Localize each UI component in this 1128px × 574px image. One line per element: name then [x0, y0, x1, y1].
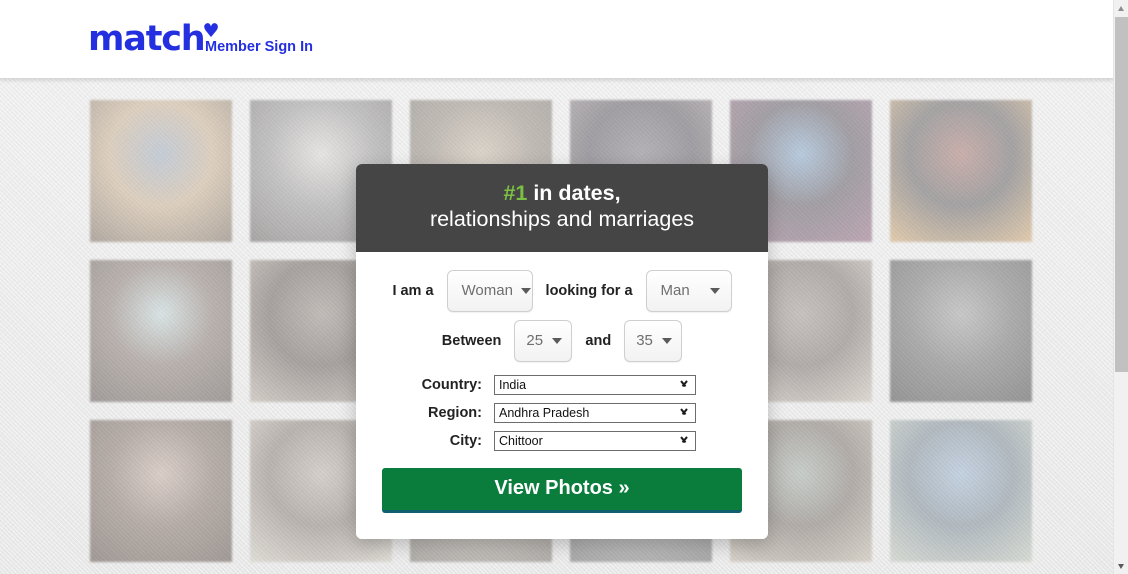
chevron-down-icon: [662, 337, 673, 344]
profile-photo-man-striped-shirt: [890, 420, 1032, 562]
label-looking-for-a: looking for a: [545, 282, 633, 299]
profile-photo-woman-bw: [890, 260, 1032, 402]
profile-photo-man-lamp: [890, 100, 1032, 242]
label-and: and: [585, 332, 612, 349]
region-value: Andhra Pradesh: [499, 405, 590, 420]
logo-wordmark: match: [88, 19, 206, 59]
view-photos-button[interactable]: View Photos »: [382, 467, 742, 513]
chevron-down-icon: [679, 437, 689, 447]
member-sign-in-link[interactable]: Member Sign In: [205, 39, 313, 55]
region-row: Region: Andhra Pradesh: [382, 402, 742, 423]
match-logo[interactable]: match♥: [88, 22, 220, 57]
promo-headline-line1-rest: in dates,: [527, 181, 621, 205]
gender-self-dropdown[interactable]: Woman: [446, 269, 533, 312]
browser-page: match♥ Member Sign In #1 in dates, relat…: [0, 0, 1128, 574]
gender-preference-row: I am a Woman looking for a Man: [382, 269, 742, 312]
page-viewport: match♥ Member Sign In #1 in dates, relat…: [0, 0, 1113, 574]
label-city: City:: [449, 432, 482, 449]
vertical-scrollbar[interactable]: [1113, 0, 1128, 574]
gender-seek-value: Man: [660, 282, 690, 300]
age-max-value: 35: [636, 332, 653, 350]
label-i-am-a: I am a: [392, 282, 434, 299]
city-row: City: Chittoor: [382, 430, 742, 451]
country-row: Country: India: [382, 374, 742, 395]
city-value: Chittoor: [499, 433, 543, 448]
age-max-dropdown[interactable]: 35: [624, 319, 683, 362]
chevron-down-icon: [520, 287, 531, 294]
chevron-down-icon: [552, 337, 563, 344]
chevron-down-icon: [709, 287, 720, 294]
chevron-down-icon: [679, 381, 689, 391]
country-select[interactable]: India: [494, 374, 696, 395]
gender-self-value: Woman: [461, 282, 513, 300]
site-header: match♥ Member Sign In: [0, 0, 1113, 79]
age-min-value: 25: [526, 332, 544, 350]
profile-photo-man-blazer: [90, 100, 232, 242]
signup-form: I am a Woman looking for a Man Between 2…: [356, 251, 768, 539]
country-value: India: [499, 377, 527, 392]
scroll-down-arrow-icon[interactable]: [1114, 557, 1128, 574]
label-country: Country:: [421, 376, 482, 393]
promo-headline-line2: relationships and marriages: [429, 207, 695, 232]
label-region: Region:: [428, 404, 482, 421]
scrollbar-thumb[interactable]: [1115, 17, 1128, 372]
city-select[interactable]: Chittoor: [494, 430, 696, 451]
promo-headline-line1: #1 in dates,: [376, 181, 748, 206]
promo-headline: #1 in dates, relationships and marriages: [356, 164, 768, 252]
profile-photo-woman-closeup: [90, 420, 232, 562]
region-select[interactable]: Andhra Pradesh: [494, 402, 696, 423]
scroll-up-arrow-icon[interactable]: [1114, 0, 1128, 17]
chevron-down-icon: [679, 409, 689, 419]
promo-rank-number: #1: [503, 181, 528, 205]
age-min-dropdown[interactable]: 25: [514, 319, 573, 362]
gender-seek-dropdown[interactable]: Man: [645, 269, 732, 312]
signup-promo-card: #1 in dates, relationships and marriages…: [356, 164, 768, 539]
profile-photo-woman-teal: [90, 260, 232, 402]
label-between: Between: [441, 332, 502, 349]
age-range-row: Between 25 and 35: [382, 319, 742, 362]
